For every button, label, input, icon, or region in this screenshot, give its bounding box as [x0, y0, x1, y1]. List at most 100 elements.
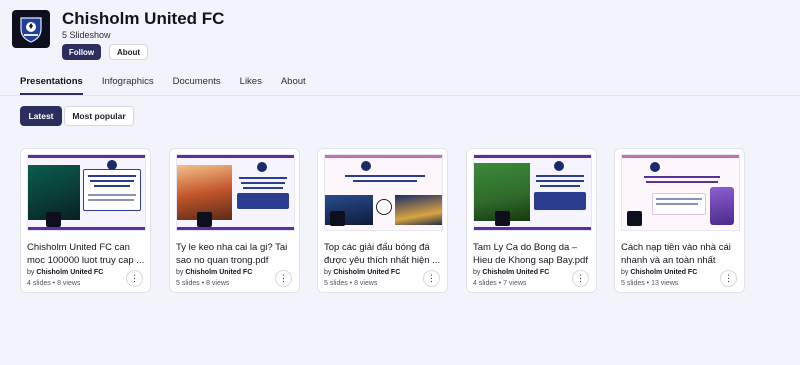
- soccer-ball-icon: [376, 199, 392, 215]
- author-name[interactable]: Chisholm United FC: [185, 269, 252, 276]
- card-author: by Chisholm United FC: [176, 269, 252, 276]
- card-meta: 5 slides • 8 views: [176, 280, 230, 287]
- more-vertical-icon: ⋮: [427, 273, 436, 283]
- more-options-button[interactable]: ⋮: [275, 270, 292, 287]
- slide-thumbnail[interactable]: [621, 154, 740, 231]
- thumb-bottom-bar: [28, 227, 145, 230]
- thumb-logo: [650, 162, 660, 172]
- club-crest-icon: [20, 17, 42, 43]
- thumb-line: [243, 187, 283, 189]
- author-name[interactable]: Chisholm United FC: [630, 269, 697, 276]
- card-title[interactable]: Ty le keo nha cai la gi? Tai sao no quan…: [176, 241, 298, 267]
- about-button[interactable]: About: [109, 44, 148, 60]
- card-meta: 4 slides • 8 views: [27, 280, 81, 287]
- thumb-logo: [257, 162, 267, 172]
- thumb-photo: [710, 187, 734, 225]
- by-label: by: [176, 269, 184, 276]
- thumb-bar: [622, 155, 739, 158]
- more-options-button[interactable]: ⋮: [572, 270, 589, 287]
- more-options-button[interactable]: ⋮: [126, 270, 143, 287]
- thumb-bar: [28, 155, 145, 158]
- card-author: by Chisholm United FC: [27, 269, 103, 276]
- filter-most-popular[interactable]: Most popular: [64, 106, 134, 126]
- thumb-line: [88, 194, 136, 196]
- author-name[interactable]: Chisholm United FC: [333, 269, 400, 276]
- thumb-bar: [177, 155, 294, 158]
- thumb-line: [94, 185, 130, 187]
- thumb-bar: [474, 155, 591, 158]
- thumb-textbox: [534, 192, 586, 210]
- slide-thumbnail[interactable]: [324, 154, 443, 231]
- thumb-badge: [46, 212, 61, 227]
- more-options-button[interactable]: ⋮: [423, 270, 440, 287]
- thumb-line: [239, 177, 287, 179]
- more-vertical-icon: ⋮: [724, 273, 733, 283]
- author-name[interactable]: Chisholm United FC: [36, 269, 103, 276]
- thumb-line: [536, 180, 584, 182]
- tabs-divider: [0, 95, 800, 96]
- thumb-line: [88, 175, 136, 177]
- tab-presentations[interactable]: Presentations: [20, 76, 83, 95]
- thumb-line: [656, 203, 698, 205]
- thumb-line: [353, 180, 417, 182]
- slideshow-count: 5 Slideshow: [62, 30, 111, 40]
- presentation-card[interactable]: Ty le keo nha cai la gi? Tai sao no quan…: [169, 148, 300, 293]
- card-meta: 4 slides • 7 views: [473, 280, 527, 287]
- thumb-badge: [330, 211, 345, 226]
- thumb-line: [88, 199, 134, 201]
- tab-likes[interactable]: Likes: [240, 76, 262, 95]
- slide-thumbnail[interactable]: [176, 154, 295, 231]
- thumb-line: [656, 198, 702, 200]
- tab-infographics[interactable]: Infographics: [102, 76, 154, 95]
- thumb-line: [540, 185, 580, 187]
- thumb-photo: [395, 195, 442, 225]
- presentation-card[interactable]: Cách nạp tiền vào nhà cái nhanh và an to…: [614, 148, 745, 293]
- card-meta: 5 slides • 13 views: [621, 280, 679, 287]
- tab-about[interactable]: About: [281, 76, 306, 95]
- more-vertical-icon: ⋮: [576, 273, 585, 283]
- more-vertical-icon: ⋮: [279, 273, 288, 283]
- thumb-bottom-bar: [177, 227, 294, 230]
- card-author: by Chisholm United FC: [621, 269, 697, 276]
- presentation-card[interactable]: Tam Ly Ca do Bong da – Hieu de Khong sap…: [466, 148, 597, 293]
- card-title[interactable]: Cách nạp tiền vào nhà cái nhanh và an to…: [621, 241, 743, 267]
- thumb-line: [646, 181, 718, 183]
- card-title[interactable]: Top các giải đấu bóng đá được yêu thích …: [324, 241, 446, 267]
- thumb-badge: [495, 211, 510, 226]
- author-name[interactable]: Chisholm United FC: [482, 269, 549, 276]
- thumb-logo: [361, 161, 371, 171]
- card-author: by Chisholm United FC: [473, 269, 549, 276]
- card-author: by Chisholm United FC: [324, 269, 400, 276]
- thumb-logo: [107, 160, 117, 170]
- slide-thumbnail[interactable]: [27, 154, 146, 231]
- thumb-badge: [627, 211, 642, 226]
- thumb-line: [241, 182, 285, 184]
- thumb-line: [90, 180, 134, 182]
- avatar: [12, 10, 50, 48]
- filter-latest[interactable]: Latest: [20, 106, 62, 126]
- thumb-line: [345, 175, 425, 177]
- card-title[interactable]: Tam Ly Ca do Bong da – Hieu de Khong sap…: [473, 241, 595, 267]
- follow-button[interactable]: Follow: [62, 44, 101, 60]
- thumb-line: [644, 176, 720, 178]
- more-options-button[interactable]: ⋮: [720, 270, 737, 287]
- tab-documents[interactable]: Documents: [173, 76, 221, 95]
- by-label: by: [621, 269, 629, 276]
- thumb-bar: [325, 155, 442, 158]
- thumb-textbox: [237, 193, 289, 209]
- thumb-bottom-bar: [474, 227, 591, 230]
- by-label: by: [473, 269, 481, 276]
- by-label: by: [324, 269, 332, 276]
- by-label: by: [27, 269, 35, 276]
- card-title[interactable]: Chisholm United FC can moc 100000 luot t…: [27, 241, 149, 267]
- sort-filters: Latest Most popular: [20, 106, 134, 126]
- presentation-card[interactable]: Top các giải đấu bóng đá được yêu thích …: [317, 148, 448, 293]
- thumb-logo: [554, 161, 564, 171]
- page-title: Chisholm United FC: [62, 9, 225, 28]
- thumb-line: [536, 175, 584, 177]
- thumb-badge: [197, 212, 212, 227]
- slide-thumbnail[interactable]: [473, 154, 592, 231]
- profile-tabs: Presentations Infographics Documents Lik…: [20, 76, 325, 95]
- presentation-card[interactable]: Chisholm United FC can moc 100000 luot t…: [20, 148, 151, 293]
- more-vertical-icon: ⋮: [130, 273, 139, 283]
